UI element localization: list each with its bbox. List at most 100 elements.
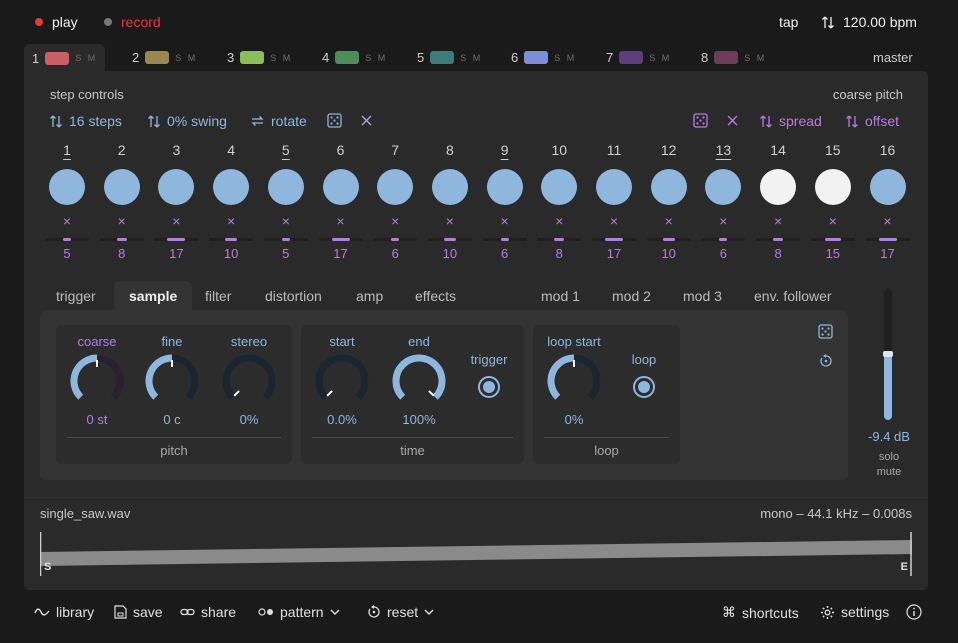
solo-button[interactable]: solo <box>864 451 914 463</box>
trigger-toggle[interactable] <box>478 376 500 398</box>
track-tab-1[interactable]: 1 S M <box>24 44 106 72</box>
step-clear-button[interactable]: × <box>261 213 311 229</box>
rotate-button[interactable]: rotate <box>251 113 307 129</box>
step-toggle-12[interactable] <box>650 169 687 205</box>
step-pitch-slider[interactable] <box>373 238 418 241</box>
randomize-steps-button[interactable] <box>327 113 342 128</box>
step-clear-button[interactable]: × <box>425 213 475 229</box>
swing-control[interactable]: 0% swing <box>148 113 227 129</box>
fader-handle[interactable] <box>883 351 893 357</box>
offset-control[interactable]: offset <box>846 113 899 129</box>
step-pitch-slider[interactable] <box>427 238 472 241</box>
step-toggle-15[interactable] <box>814 169 851 205</box>
solo-mute-toggles[interactable]: S M <box>365 53 387 63</box>
step-toggle-10[interactable] <box>541 169 578 205</box>
tab-sample[interactable]: sample <box>114 281 193 312</box>
track-tab-4[interactable]: 4 S M <box>322 50 387 65</box>
step-pitch-slider[interactable] <box>263 238 308 241</box>
track-tab-2[interactable]: 2 S M <box>132 50 197 65</box>
library-button[interactable]: library <box>34 604 94 620</box>
step-pitch-slider[interactable] <box>482 238 527 241</box>
waveform-display[interactable]: S E <box>40 530 912 578</box>
step-pitch-slider[interactable] <box>646 238 691 241</box>
step-clear-button[interactable]: × <box>698 213 748 229</box>
tab-distortion[interactable]: distortion <box>265 288 322 304</box>
knob-fine[interactable] <box>144 353 200 409</box>
play-button[interactable]: play <box>35 14 78 30</box>
step-clear-button[interactable]: × <box>370 213 420 229</box>
step-clear-button[interactable]: × <box>808 213 858 229</box>
step-pitch-slider[interactable] <box>45 238 89 241</box>
step-toggle-6[interactable] <box>322 169 359 205</box>
shortcuts-button[interactable]: ⌘ shortcuts <box>722 604 799 621</box>
record-button[interactable]: record <box>104 14 161 30</box>
step-toggle-4[interactable] <box>213 169 250 205</box>
track-tab-7[interactable]: 7 S M <box>606 50 671 65</box>
solo-mute-toggles[interactable]: S M <box>270 53 292 63</box>
step-toggle-16[interactable] <box>869 169 906 205</box>
solo-mute-toggles[interactable]: S M <box>75 53 97 63</box>
tap-button[interactable]: tap <box>779 14 798 30</box>
loop-toggle[interactable] <box>633 376 655 398</box>
randomize-pitch-button[interactable] <box>693 113 708 128</box>
step-toggle-9[interactable] <box>486 169 523 205</box>
step-toggle-13[interactable] <box>705 169 742 205</box>
track-tab-6[interactable]: 6 S M <box>511 50 576 65</box>
track-tab-3[interactable]: 3 S M <box>227 50 292 65</box>
end-marker[interactable]: E <box>901 561 908 573</box>
share-button[interactable]: share <box>180 604 236 620</box>
tab-mod-1[interactable]: mod 1 <box>541 288 580 304</box>
step-pitch-slider[interactable] <box>99 238 144 241</box>
step-pitch-slider[interactable] <box>592 238 636 241</box>
pattern-dropdown[interactable]: pattern <box>258 604 340 620</box>
step-pitch-slider[interactable] <box>209 238 254 241</box>
clear-steps-button[interactable] <box>361 115 372 126</box>
randomize-params-button[interactable] <box>818 324 833 339</box>
step-clear-button[interactable]: × <box>863 213 913 229</box>
step-clear-button[interactable]: × <box>206 213 256 229</box>
solo-mute-toggles[interactable]: S M <box>649 53 671 63</box>
step-pitch-slider[interactable] <box>701 238 746 241</box>
step-toggle-11[interactable] <box>596 169 632 205</box>
step-pitch-slider[interactable] <box>810 238 855 241</box>
step-clear-button[interactable]: × <box>42 213 92 229</box>
bpm-control[interactable]: 120.00 bpm <box>822 14 917 30</box>
step-pitch-slider[interactable] <box>318 238 363 241</box>
knob-coarse[interactable] <box>69 353 125 409</box>
master-tab[interactable]: master <box>873 50 913 65</box>
knob-loop-start[interactable] <box>546 353 602 409</box>
step-toggle-2[interactable] <box>103 169 140 205</box>
step-clear-button[interactable]: × <box>753 213 803 229</box>
start-marker[interactable]: S <box>44 561 51 573</box>
save-button[interactable]: save <box>114 604 163 620</box>
solo-mute-toggles[interactable]: S M <box>744 53 766 63</box>
step-clear-button[interactable]: × <box>480 213 530 229</box>
step-clear-button[interactable]: × <box>316 213 366 229</box>
solo-mute-toggles[interactable]: S M <box>554 53 576 63</box>
step-pitch-slider[interactable] <box>756 238 801 241</box>
tab-trigger[interactable]: trigger <box>56 288 96 304</box>
step-toggle-1[interactable] <box>49 169 85 205</box>
step-clear-button[interactable]: × <box>589 213 639 229</box>
solo-mute-toggles[interactable]: S M <box>460 53 482 63</box>
track-tab-8[interactable]: 8 S M <box>701 50 766 65</box>
step-toggle-8[interactable] <box>431 169 468 205</box>
solo-mute-toggles[interactable]: S M <box>175 53 197 63</box>
step-pitch-slider[interactable] <box>537 238 582 241</box>
tab-mod-2[interactable]: mod 2 <box>612 288 651 304</box>
step-clear-button[interactable]: × <box>644 213 694 229</box>
knob-end[interactable] <box>391 353 447 409</box>
sample-filename[interactable]: single_saw.wav <box>40 506 130 521</box>
settings-button[interactable]: settings <box>820 604 889 620</box>
steps-control[interactable]: 16 steps <box>50 113 122 129</box>
knob-start[interactable] <box>314 353 370 409</box>
volume-fader[interactable] <box>878 288 898 420</box>
step-clear-button[interactable]: × <box>97 213 147 229</box>
reset-dropdown[interactable]: reset <box>367 604 434 620</box>
tab-mod-3[interactable]: mod 3 <box>683 288 722 304</box>
info-button[interactable] <box>906 604 922 620</box>
step-pitch-slider[interactable] <box>154 238 199 241</box>
step-toggle-3[interactable] <box>158 169 195 205</box>
step-pitch-slider[interactable] <box>865 238 910 241</box>
tab-filter[interactable]: filter <box>205 288 231 304</box>
